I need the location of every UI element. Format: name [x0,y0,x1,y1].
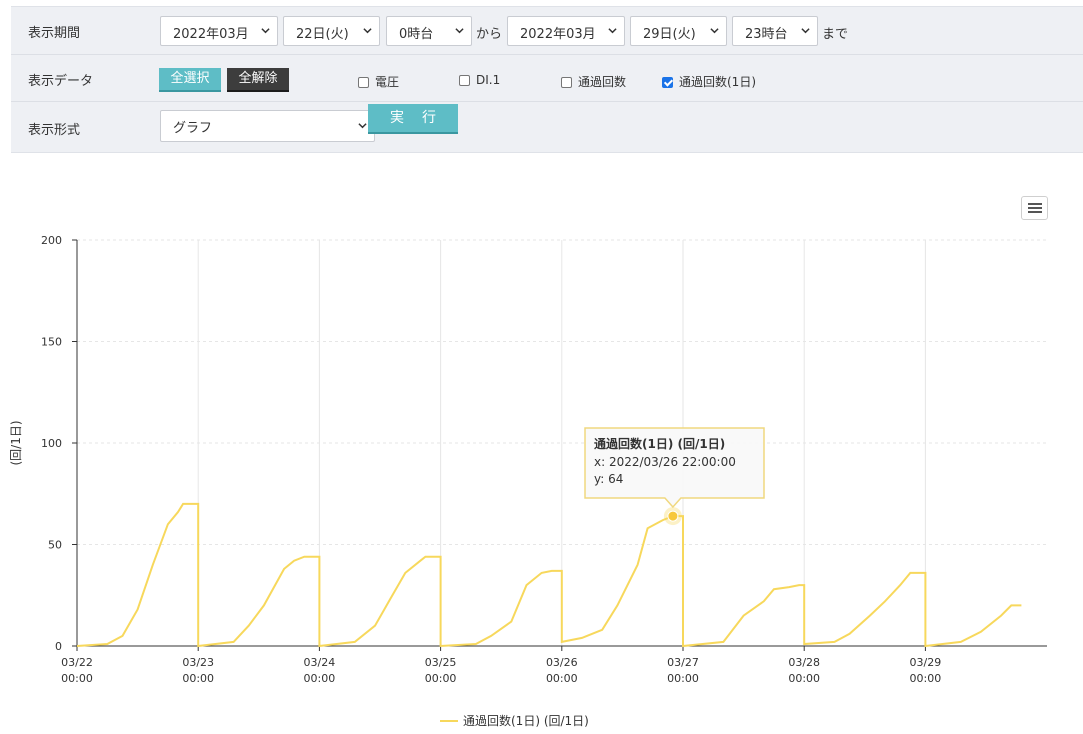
filter-panel: 表示期間 2022年03月 22日(火) 0時台 から 2022年03月 29日… [11,6,1083,153]
chevron-down-icon [261,28,270,34]
x-tick-label: 03/25 [425,656,457,669]
series-line [76,502,1022,648]
x-tick-label: 03/23 [182,656,214,669]
period-label: 表示期間 [28,26,81,41]
from-text: から [476,27,503,42]
checkbox-label: 通過回数 [578,75,627,89]
x-tick-label: 03/29 [910,656,942,669]
legend-label[interactable]: 通過回数(1日) (回/1日) [463,713,589,728]
checkbox-label: DI.1 [476,73,501,87]
format-value: グラフ [173,121,213,136]
period-row: 表示期間 2022年03月 22日(火) 0時台 から 2022年03月 29日… [11,7,1083,53]
hover-point [667,510,679,522]
end-day-value: 29日(火) [643,27,696,42]
x-tick-label: 00:00 [61,672,93,685]
x-tick-label: 00:00 [182,672,214,685]
start-month-value: 2022年03月 [173,27,249,42]
line-chart: 0 50 100 150 200 03/22 00:00 03/23 00:00 03/24 00:… [9,234,1047,728]
x-tick-label: 03/27 [667,656,699,669]
format-label: 表示形式 [28,123,81,138]
chevron-down-icon [710,28,719,34]
x-tick-label: 03/24 [304,656,336,669]
chevron-down-icon [358,123,367,129]
y-tick-label: 200 [41,234,62,247]
x-tick-label: 00:00 [910,672,942,685]
end-hour-value: 23時台 [745,27,788,42]
checkbox-box[interactable] [358,77,369,88]
x-tick-label: 00:00 [425,672,457,685]
x-tick-label: 03/22 [61,656,93,669]
y-tick-label: 100 [41,437,62,450]
checkbox-label: 通過回数(1日) [679,75,756,89]
x-tick-label: 03/28 [788,656,820,669]
until-text: まで [822,27,849,42]
tooltip-x: x: 2022/03/26 22:00:00 [594,455,736,469]
start-hour-select[interactable]: 0時台 [386,16,472,46]
data-label: 表示データ [28,74,94,89]
tooltip-y: y: 64 [594,472,623,486]
checkbox-box[interactable] [662,77,673,88]
x-tick-label: 03/26 [546,656,578,669]
end-hour-select[interactable]: 23時台 [732,16,818,46]
checkbox-pass-count[interactable]: 通過回数 [561,73,626,90]
select-all-button[interactable]: 全選択 [159,68,221,92]
end-month-value: 2022年03月 [520,27,596,42]
checkbox-pass-count-daily[interactable]: 通過回数(1日) [662,73,756,90]
end-day-select[interactable]: 29日(火) [630,16,727,46]
clear-all-button[interactable]: 全解除 [227,68,289,92]
tooltip-title: 通過回数(1日) (回/1日) [594,436,725,451]
data-row: 表示データ 全選択 全解除 電圧 DI.1 通過回数 通過回数(1日) [11,54,1083,101]
start-day-select[interactable]: 22日(火) [283,16,380,46]
checkbox-label: 電圧 [375,75,400,89]
y-tick-label: 0 [55,640,62,653]
start-month-select[interactable]: 2022年03月 [160,16,278,46]
y-axis-label: (回/1日) [9,420,23,465]
checkbox-box[interactable] [561,77,572,88]
y-tick-label: 50 [48,539,62,552]
x-tick-label: 00:00 [788,672,820,685]
x-tick-label: 00:00 [546,672,578,685]
format-select[interactable]: グラフ [160,110,375,142]
start-day-value: 22日(火) [296,27,349,42]
x-tick-label: 00:00 [667,672,699,685]
x-tick-label: 00:00 [304,672,336,685]
y-tick-label: 150 [41,336,62,349]
format-row: 表示形式 グラフ [11,101,1083,153]
end-month-select[interactable]: 2022年03月 [507,16,625,46]
run-button[interactable]: 実行 [368,104,458,134]
chevron-down-icon [363,28,372,34]
checkbox-box[interactable] [459,75,470,86]
chevron-down-icon [608,28,617,34]
checkbox-voltage[interactable]: 電圧 [358,73,399,90]
chevron-down-icon [801,28,810,34]
start-hour-value: 0時台 [399,27,434,42]
chevron-down-icon [455,28,464,34]
checkbox-di1[interactable]: DI.1 [459,73,500,87]
